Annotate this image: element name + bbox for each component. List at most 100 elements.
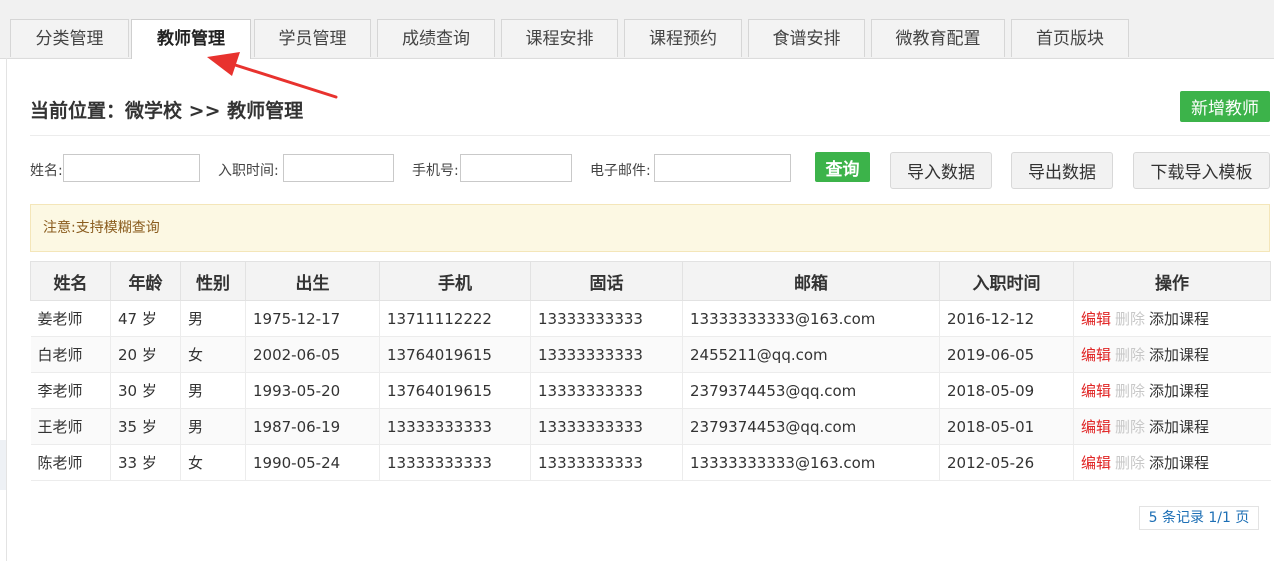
cell-email: 13333333333@163.com <box>682 300 940 337</box>
edit-link[interactable]: 编辑 <box>1081 310 1111 328</box>
tab-grade-query[interactable]: 成绩查询 <box>377 19 495 57</box>
cell-name: 陈老师 <box>30 444 111 481</box>
tab-micro-education-config[interactable]: 微教育配置 <box>871 19 1005 57</box>
table-header-row: 姓名 年龄 性别 出生 手机 固话 邮箱 入职时间 操作 <box>30 261 1271 301</box>
download-template-button[interactable]: 下载导入模板 <box>1133 152 1270 189</box>
phone-label: 手机号: <box>412 163 459 179</box>
divider <box>30 135 1270 136</box>
cell-name: 王老师 <box>30 408 111 445</box>
email-input[interactable] <box>654 154 791 182</box>
cell-age: 20 岁 <box>110 336 181 373</box>
header-landline: 固话 <box>530 261 683 301</box>
header-email: 邮箱 <box>682 261 940 301</box>
hire-date-input[interactable] <box>283 154 394 182</box>
left-panel-edge <box>0 440 6 490</box>
import-data-button[interactable]: 导入数据 <box>890 152 992 189</box>
edit-link[interactable]: 编辑 <box>1081 418 1111 436</box>
delete-link[interactable]: 删除 <box>1115 454 1145 472</box>
cell-birth: 1990-05-24 <box>245 444 380 481</box>
notice-banner: 注意:支持模糊查询 <box>30 204 1270 252</box>
edit-link[interactable]: 编辑 <box>1081 454 1111 472</box>
cell-gender: 男 <box>180 300 246 337</box>
header-name: 姓名 <box>30 261 111 301</box>
search-button[interactable]: 查询 <box>815 152 870 182</box>
cell-email: 2379374453@qq.com <box>682 372 940 409</box>
delete-link[interactable]: 删除 <box>1115 346 1145 364</box>
cell-birth: 1975-12-17 <box>245 300 380 337</box>
tab-course-schedule[interactable]: 课程安排 <box>501 19 618 57</box>
table-row: 陈老师 33 岁 女 1990-05-24 13333333333 133333… <box>30 444 1271 481</box>
cell-landline: 13333333333 <box>530 300 683 337</box>
add-course-link[interactable]: 添加课程 <box>1149 382 1209 400</box>
table-row: 姜老师 47 岁 男 1975-12-17 13711112222 133333… <box>30 300 1271 337</box>
cell-gender: 女 <box>180 444 246 481</box>
cell-name: 姜老师 <box>30 300 111 337</box>
breadcrumb-school: 微学校 <box>125 100 183 122</box>
add-course-link[interactable]: 添加课程 <box>1149 454 1209 472</box>
table-row: 李老师 30 岁 男 1993-05-20 13764019615 133333… <box>30 372 1271 409</box>
name-label: 姓名: <box>30 163 63 179</box>
cell-email: 13333333333@163.com <box>682 444 940 481</box>
tab-recipe-schedule[interactable]: 食谱安排 <box>748 19 865 57</box>
cell-name: 白老师 <box>30 336 111 373</box>
breadcrumb-separator: >> <box>188 100 221 122</box>
tab-homepage-block[interactable]: 首页版块 <box>1011 19 1129 57</box>
cell-actions: 编辑 删除 添加课程 <box>1073 300 1271 337</box>
cell-email: 2379374453@qq.com <box>682 408 940 445</box>
cell-gender: 女 <box>180 336 246 373</box>
tab-course-booking[interactable]: 课程预约 <box>624 19 742 57</box>
header-mobile: 手机 <box>379 261 531 301</box>
header-age: 年龄 <box>110 261 181 301</box>
add-course-link[interactable]: 添加课程 <box>1149 310 1209 328</box>
cell-name: 李老师 <box>30 372 111 409</box>
email-label: 电子邮件: <box>590 163 651 179</box>
header-actions: 操作 <box>1073 261 1271 301</box>
cell-mobile: 13764019615 <box>379 372 531 409</box>
cell-hire-date: 2016-12-12 <box>939 300 1074 337</box>
edit-link[interactable]: 编辑 <box>1081 346 1111 364</box>
cell-landline: 13333333333 <box>530 372 683 409</box>
export-data-button[interactable]: 导出数据 <box>1011 152 1113 189</box>
delete-link[interactable]: 删除 <box>1115 310 1145 328</box>
cell-mobile: 13711112222 <box>379 300 531 337</box>
pagination-info: 5 条记录 1/1 页 <box>1139 506 1259 530</box>
name-input[interactable] <box>63 154 200 182</box>
cell-birth: 1993-05-20 <box>245 372 380 409</box>
cell-actions: 编辑 删除 添加课程 <box>1073 336 1271 373</box>
cell-hire-date: 2012-05-26 <box>939 444 1074 481</box>
cell-age: 33 岁 <box>110 444 181 481</box>
cell-gender: 男 <box>180 408 246 445</box>
cell-actions: 编辑 删除 添加课程 <box>1073 444 1271 481</box>
breadcrumb: 当前位置：微学校 >> 教师管理 <box>30 96 303 123</box>
cell-mobile: 13333333333 <box>379 408 531 445</box>
left-border <box>6 58 7 561</box>
cell-age: 35 岁 <box>110 408 181 445</box>
add-course-link[interactable]: 添加课程 <box>1149 346 1209 364</box>
teacher-table: 姓名 年龄 性别 出生 手机 固话 邮箱 入职时间 操作 姜老师 47 岁 男 … <box>30 261 1271 481</box>
header-birth: 出生 <box>245 261 380 301</box>
annotation-arrow-icon <box>207 52 338 99</box>
delete-link[interactable]: 删除 <box>1115 418 1145 436</box>
phone-input[interactable] <box>460 154 572 182</box>
cell-actions: 编辑 删除 添加课程 <box>1073 372 1271 409</box>
header-hire-date: 入职时间 <box>939 261 1074 301</box>
table-row: 白老师 20 岁 女 2002-06-05 13764019615 133333… <box>30 336 1271 373</box>
delete-link[interactable]: 删除 <box>1115 382 1145 400</box>
hire-date-label: 入职时间: <box>218 163 279 179</box>
cell-hire-date: 2018-05-01 <box>939 408 1074 445</box>
cell-birth: 1987-06-19 <box>245 408 380 445</box>
cell-actions: 编辑 删除 添加课程 <box>1073 408 1271 445</box>
table-row: 王老师 35 岁 男 1987-06-19 13333333333 133333… <box>30 408 1271 445</box>
edit-link[interactable]: 编辑 <box>1081 382 1111 400</box>
cell-email: 2455211@qq.com <box>682 336 940 373</box>
add-teacher-button[interactable]: 新增教师 <box>1180 91 1270 122</box>
add-course-link[interactable]: 添加课程 <box>1149 418 1209 436</box>
cell-gender: 男 <box>180 372 246 409</box>
cell-age: 47 岁 <box>110 300 181 337</box>
cell-age: 30 岁 <box>110 372 181 409</box>
cell-mobile: 13333333333 <box>379 444 531 481</box>
breadcrumb-current-page: 教师管理 <box>227 100 304 122</box>
cell-birth: 2002-06-05 <box>245 336 380 373</box>
cell-mobile: 13764019615 <box>379 336 531 373</box>
cell-landline: 13333333333 <box>530 444 683 481</box>
